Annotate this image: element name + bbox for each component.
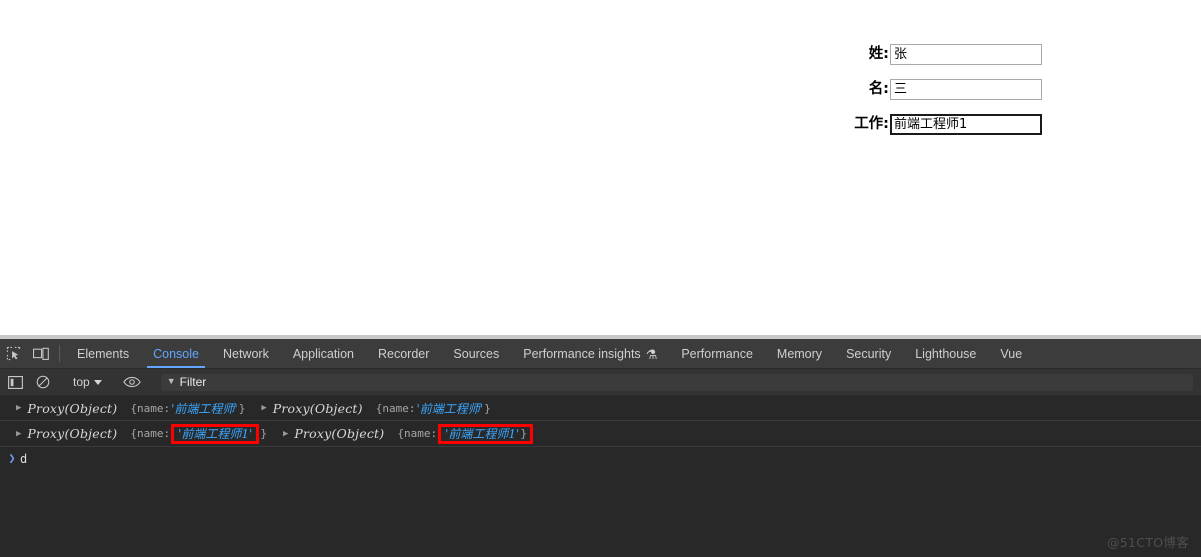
- console-entry[interactable]: ▶ Proxy(Object) {name: '前端工程师1' }: [16, 423, 267, 444]
- annotation-highlight-box: '前端工程师1': [171, 423, 260, 444]
- preview-string: '前端工程师1': [178, 426, 253, 441]
- filter-input[interactable]: ▼ Filter: [160, 373, 1193, 391]
- proxy-label: Proxy(Object): [27, 426, 118, 441]
- preview-open: {name:: [397, 427, 438, 440]
- expand-arrow-icon[interactable]: ▶: [16, 403, 21, 413]
- watermark: @51CTO博客: [1106, 535, 1189, 550]
- toolbar-divider: [59, 345, 60, 362]
- tab-label: Recorder: [377, 346, 430, 361]
- tab-sources[interactable]: Sources: [441, 339, 511, 368]
- object-preview: {name: '前端工程师1' }: [397, 423, 534, 444]
- expand-arrow-icon[interactable]: ▶: [261, 403, 266, 413]
- inspect-element-icon[interactable]: [0, 339, 27, 368]
- surname-label: 姓:: [868, 46, 889, 63]
- givenname-input[interactable]: [890, 79, 1042, 100]
- tab-label: Vue: [1000, 346, 1023, 361]
- tab-label: Memory: [776, 346, 823, 361]
- job-label: 工作:: [854, 116, 889, 133]
- console-row[interactable]: ▶ Proxy(Object) {name: '前端工程师' } ▶ Proxy…: [0, 396, 1201, 421]
- preview-open: {name:: [375, 401, 416, 415]
- web-page-viewport: 姓: 名: 工作:: [0, 0, 1201, 335]
- tab-label: Performance insights: [523, 346, 641, 361]
- console-entry[interactable]: ▶ Proxy(Object) {name: '前端工程师' }: [16, 400, 245, 417]
- person-form: 姓: 名: 工作:: [854, 44, 1042, 135]
- tab-label: Lighthouse: [915, 346, 977, 361]
- console-row[interactable]: ▶ Proxy(Object) {name: '前端工程师1' } ▶ Prox…: [0, 421, 1201, 447]
- chevron-down-icon: [93, 379, 102, 385]
- tab-vue[interactable]: Vue: [988, 339, 1034, 368]
- devtools-tabbar: Elements Console Network Application Rec…: [0, 339, 1201, 369]
- sidebar-panel-icon[interactable]: [2, 375, 29, 389]
- console-entry[interactable]: ▶ Proxy(Object) {name: '前端工程师1' }: [283, 423, 534, 444]
- expand-arrow-icon[interactable]: ▶: [283, 429, 288, 439]
- form-row-surname: 姓:: [869, 44, 1042, 65]
- proxy-label: Proxy(Object): [272, 400, 363, 416]
- tab-label: Network: [222, 346, 269, 361]
- annotation-highlight-box: '前端工程师1' }: [438, 423, 533, 444]
- console-entry[interactable]: ▶ Proxy(Object) {name: '前端工程师' }: [261, 400, 490, 417]
- funnel-icon: ▼: [166, 376, 176, 386]
- tab-memory[interactable]: Memory: [765, 339, 834, 368]
- tab-label: Performance: [681, 346, 753, 361]
- preview-string: '前端工程师1': [445, 426, 520, 441]
- devtools-panel: Elements Console Network Application Rec…: [0, 335, 1201, 557]
- form-row-job: 工作:: [854, 114, 1042, 135]
- clear-console-icon[interactable]: [29, 375, 56, 389]
- preview-string: '前端工程师': [171, 401, 238, 416]
- tab-console[interactable]: Console: [141, 339, 211, 368]
- context-value: top: [73, 375, 90, 389]
- proxy-label: Proxy(Object): [294, 426, 385, 441]
- tab-performance[interactable]: Performance: [669, 339, 765, 368]
- device-toolbar-icon[interactable]: [27, 339, 54, 368]
- tab-lighthouse[interactable]: Lighthouse: [903, 339, 988, 368]
- prompt-input[interactable]: d: [20, 452, 27, 466]
- live-expression-icon[interactable]: [119, 376, 146, 388]
- console-output[interactable]: ▶ Proxy(Object) {name: '前端工程师' } ▶ Proxy…: [0, 396, 1201, 557]
- object-preview: {name: '前端工程师1' }: [130, 423, 267, 444]
- tab-label: Console: [153, 346, 199, 361]
- tab-application[interactable]: Application: [281, 339, 366, 368]
- surname-input[interactable]: [890, 44, 1042, 65]
- preview-close: }: [238, 401, 246, 415]
- preview-open: {name:: [130, 427, 171, 440]
- tab-recorder[interactable]: Recorder: [366, 339, 441, 368]
- flask-icon: ⚗: [645, 347, 658, 362]
- preview-string: '前端工程师': [416, 401, 484, 416]
- tab-label: Sources: [453, 346, 500, 361]
- object-preview: {name: '前端工程师' }: [376, 400, 491, 417]
- proxy-label: Proxy(Object): [27, 400, 118, 416]
- console-filterbar: top ▼ Filter: [0, 369, 1201, 396]
- tab-performance-insights[interactable]: Performance insights ⚗: [511, 339, 669, 368]
- form-row-givenname: 名:: [869, 79, 1042, 100]
- console-prompt[interactable]: ❯ d: [0, 447, 1201, 471]
- tab-label: Security: [846, 346, 892, 361]
- tab-network[interactable]: Network: [211, 339, 281, 368]
- filter-placeholder: Filter: [179, 375, 207, 389]
- tab-security[interactable]: Security: [834, 339, 903, 368]
- givenname-label: 名:: [868, 81, 889, 98]
- preview-close: }: [520, 427, 527, 440]
- preview-close: }: [484, 401, 491, 415]
- expand-arrow-icon[interactable]: ▶: [16, 429, 21, 439]
- prompt-caret-icon: ❯: [8, 451, 16, 465]
- job-input[interactable]: [890, 114, 1042, 135]
- tab-label: Elements: [77, 346, 130, 361]
- preview-open: {name:: [130, 401, 171, 415]
- object-preview: {name: '前端工程师' }: [130, 400, 245, 417]
- console-context-selector[interactable]: top: [67, 375, 108, 389]
- tab-elements[interactable]: Elements: [65, 339, 141, 368]
- preview-close: }: [260, 427, 267, 440]
- tab-label: Application: [292, 346, 354, 361]
